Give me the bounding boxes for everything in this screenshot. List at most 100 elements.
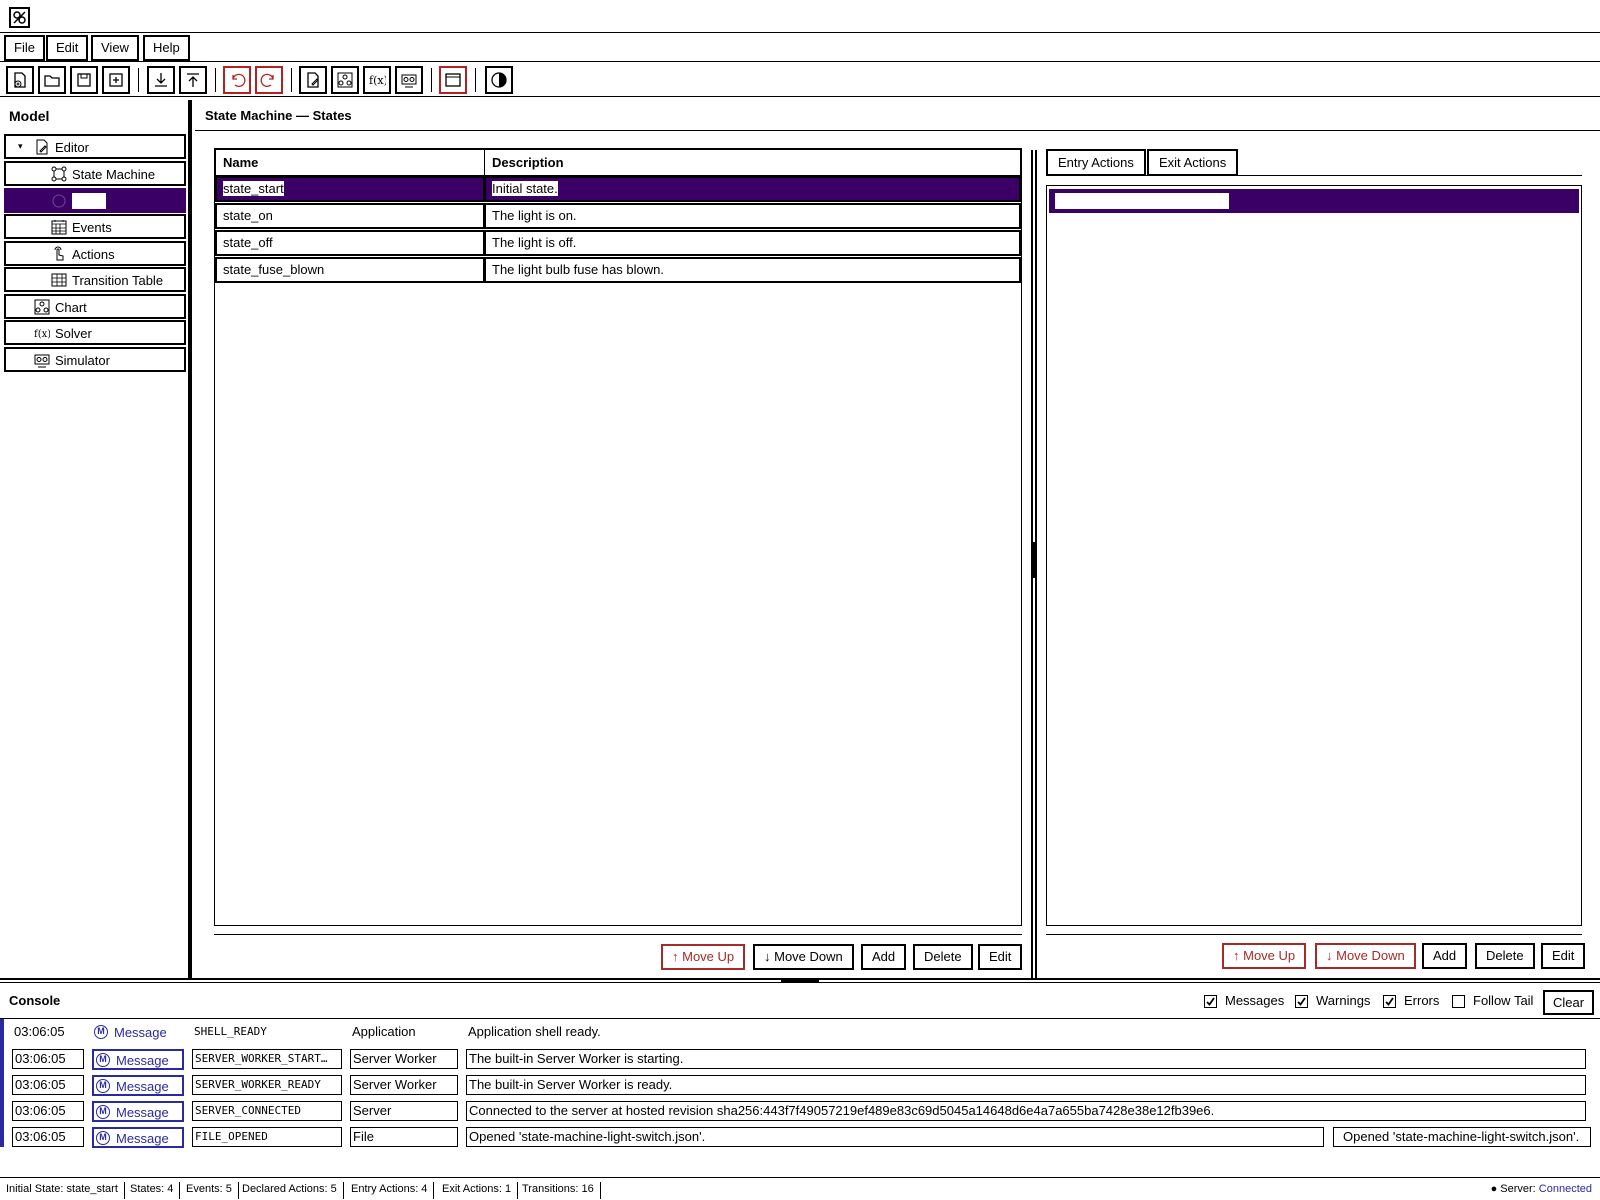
actions-add-button[interactable]: Add	[1422, 943, 1468, 969]
svg-text:f(x): f(x)	[34, 329, 50, 340]
log-type[interactable]: M Message	[92, 1075, 184, 1096]
tree-item-state-machine[interactable]: State Machine	[4, 161, 186, 186]
console-splitter[interactable]	[0, 978, 1600, 983]
cell-name[interactable]: state_off	[215, 230, 485, 256]
simulator-icon[interactable]	[395, 66, 423, 94]
import-icon[interactable]	[147, 66, 175, 94]
move-up-button[interactable]: ↑ Move Up	[661, 944, 746, 970]
export-icon[interactable]	[179, 66, 207, 94]
page-title: State Machine — States	[205, 108, 352, 123]
column-header-name[interactable]: Name	[215, 149, 485, 176]
warnings-checkbox[interactable]	[1295, 995, 1308, 1008]
log-type[interactable]: M Message	[92, 1049, 184, 1070]
new-file-icon[interactable]	[6, 66, 34, 94]
list-item[interactable]	[1049, 189, 1579, 213]
status-exit-actions: Exit Actions: 1	[436, 1182, 519, 1199]
log-time: 03:06:05	[12, 1127, 84, 1147]
cell-name[interactable]: state_fuse_blown	[215, 257, 485, 283]
actions-edit-button[interactable]: Edit	[1541, 943, 1586, 969]
edit-button[interactable]: Edit	[978, 944, 1023, 970]
open-folder-icon[interactable]	[38, 66, 66, 94]
clear-button[interactable]: Clear	[1543, 990, 1595, 1015]
log-extra: Opened 'state-machine-light-switch.json'…	[1333, 1127, 1591, 1147]
menu-help[interactable]: Help	[143, 35, 190, 61]
log-type[interactable]: M Message	[92, 1023, 184, 1044]
tree-item-simulator[interactable]: Simulator	[4, 347, 186, 372]
log-source: Application	[352, 1024, 416, 1039]
window-icon[interactable]	[439, 66, 467, 94]
menu-view[interactable]: View	[91, 35, 139, 61]
actions-delete-button[interactable]: Delete	[1475, 943, 1535, 969]
warnings-label: Warnings	[1316, 993, 1371, 1008]
cell-name[interactable]: state_on	[215, 203, 485, 229]
actions-move-down-button[interactable]: ↓ Move Down	[1315, 943, 1416, 969]
log-message: Application shell ready.	[468, 1024, 601, 1039]
status-entry-actions: Entry Actions: 4	[345, 1182, 435, 1199]
redo-icon[interactable]	[255, 66, 283, 94]
status-transitions: Transitions: 16	[516, 1182, 601, 1199]
tree-item-label: Simulator	[55, 353, 110, 368]
cell-description[interactable]: The light is on.	[484, 203, 1021, 229]
log-time: 03:06:05	[12, 1075, 84, 1095]
server-connected-label: Connected	[1538, 1183, 1592, 1195]
state-icon	[52, 194, 66, 208]
log-row: 03:06:05 M Message SERVER_WORKER_READY Se…	[0, 1075, 1600, 1099]
tree-item-events[interactable]: Events	[4, 214, 186, 239]
cell-description[interactable]: The light is off.	[484, 230, 1021, 256]
toolbar: f(x)	[0, 62, 1600, 97]
cell-description[interactable]: Initial state.	[484, 176, 1021, 202]
editor-icon	[36, 139, 48, 155]
errors-checkbox[interactable]	[1383, 995, 1396, 1008]
tree-item-label: Events	[72, 220, 112, 235]
tree-item-chart[interactable]: Chart	[4, 294, 186, 319]
actions-move-up-button[interactable]: ↑ Move Up	[1222, 943, 1307, 969]
log-type[interactable]: M Message	[92, 1127, 184, 1148]
log-time: 03:06:05	[12, 1101, 84, 1121]
delete-button[interactable]: Delete	[913, 944, 973, 970]
undo-icon[interactable]	[223, 66, 251, 94]
tree-item-label: Editor	[55, 140, 89, 155]
content-splitter[interactable]	[1031, 150, 1037, 978]
solver-icon: f(x)	[34, 329, 50, 340]
log-source: File	[350, 1127, 458, 1147]
log-source: Server	[350, 1101, 458, 1121]
status-declared-actions: Declared Actions: 5	[236, 1182, 344, 1199]
save-icon[interactable]	[70, 66, 98, 94]
sidebar-splitter[interactable]	[188, 100, 192, 978]
chart-icon[interactable]	[331, 66, 359, 94]
theme-toggle-icon[interactable]	[485, 66, 513, 94]
tree-item-editor[interactable]: ▾ Editor	[4, 134, 186, 159]
hand-pointer-icon	[54, 246, 64, 261]
tree-item-solver[interactable]: f(x) Solver	[4, 320, 186, 345]
tree-item-actions[interactable]: Actions	[4, 241, 186, 266]
move-down-button[interactable]: ↓ Move Down	[753, 944, 854, 970]
expand-arrow-icon[interactable]: ▾	[18, 141, 23, 152]
entry-actions-list	[1046, 185, 1582, 926]
log-source: Server Worker	[350, 1049, 458, 1069]
menu-edit[interactable]: Edit	[46, 35, 89, 61]
cell-description[interactable]: The light bulb fuse has blown.	[484, 257, 1021, 283]
status-initial-state: Initial State: state_start	[0, 1182, 125, 1199]
log-code: FILE_OPENED	[192, 1127, 342, 1147]
messages-checkbox[interactable]	[1204, 995, 1217, 1008]
log-code: SHELL_READY	[194, 1025, 267, 1038]
tab-entry-actions[interactable]: Entry Actions	[1046, 149, 1146, 176]
tree-item-label	[72, 193, 106, 209]
column-header-description[interactable]: Description	[484, 149, 1021, 176]
log-code: SERVER_CONNECTED	[192, 1101, 342, 1121]
console-title: Console	[9, 993, 61, 1008]
editor-icon[interactable]	[299, 66, 327, 94]
log-code: SERVER_WORKER_START…	[192, 1049, 342, 1069]
menu-file[interactable]: File	[4, 35, 45, 61]
follow-tail-checkbox[interactable]	[1452, 995, 1465, 1008]
log-type[interactable]: M Message	[92, 1101, 184, 1122]
tree-item-transition-table[interactable]: Transition Table	[4, 267, 186, 292]
tab-exit-actions[interactable]: Exit Actions	[1147, 149, 1239, 176]
status-events: Events: 5	[180, 1182, 239, 1199]
messages-label: Messages	[1225, 993, 1285, 1008]
tree-item-states[interactable]	[4, 188, 186, 213]
cell-name[interactable]: state_start	[215, 176, 485, 202]
add-button[interactable]: Add	[861, 944, 907, 970]
save-as-icon[interactable]	[102, 66, 130, 94]
solver-icon[interactable]: f(x)	[363, 66, 391, 94]
